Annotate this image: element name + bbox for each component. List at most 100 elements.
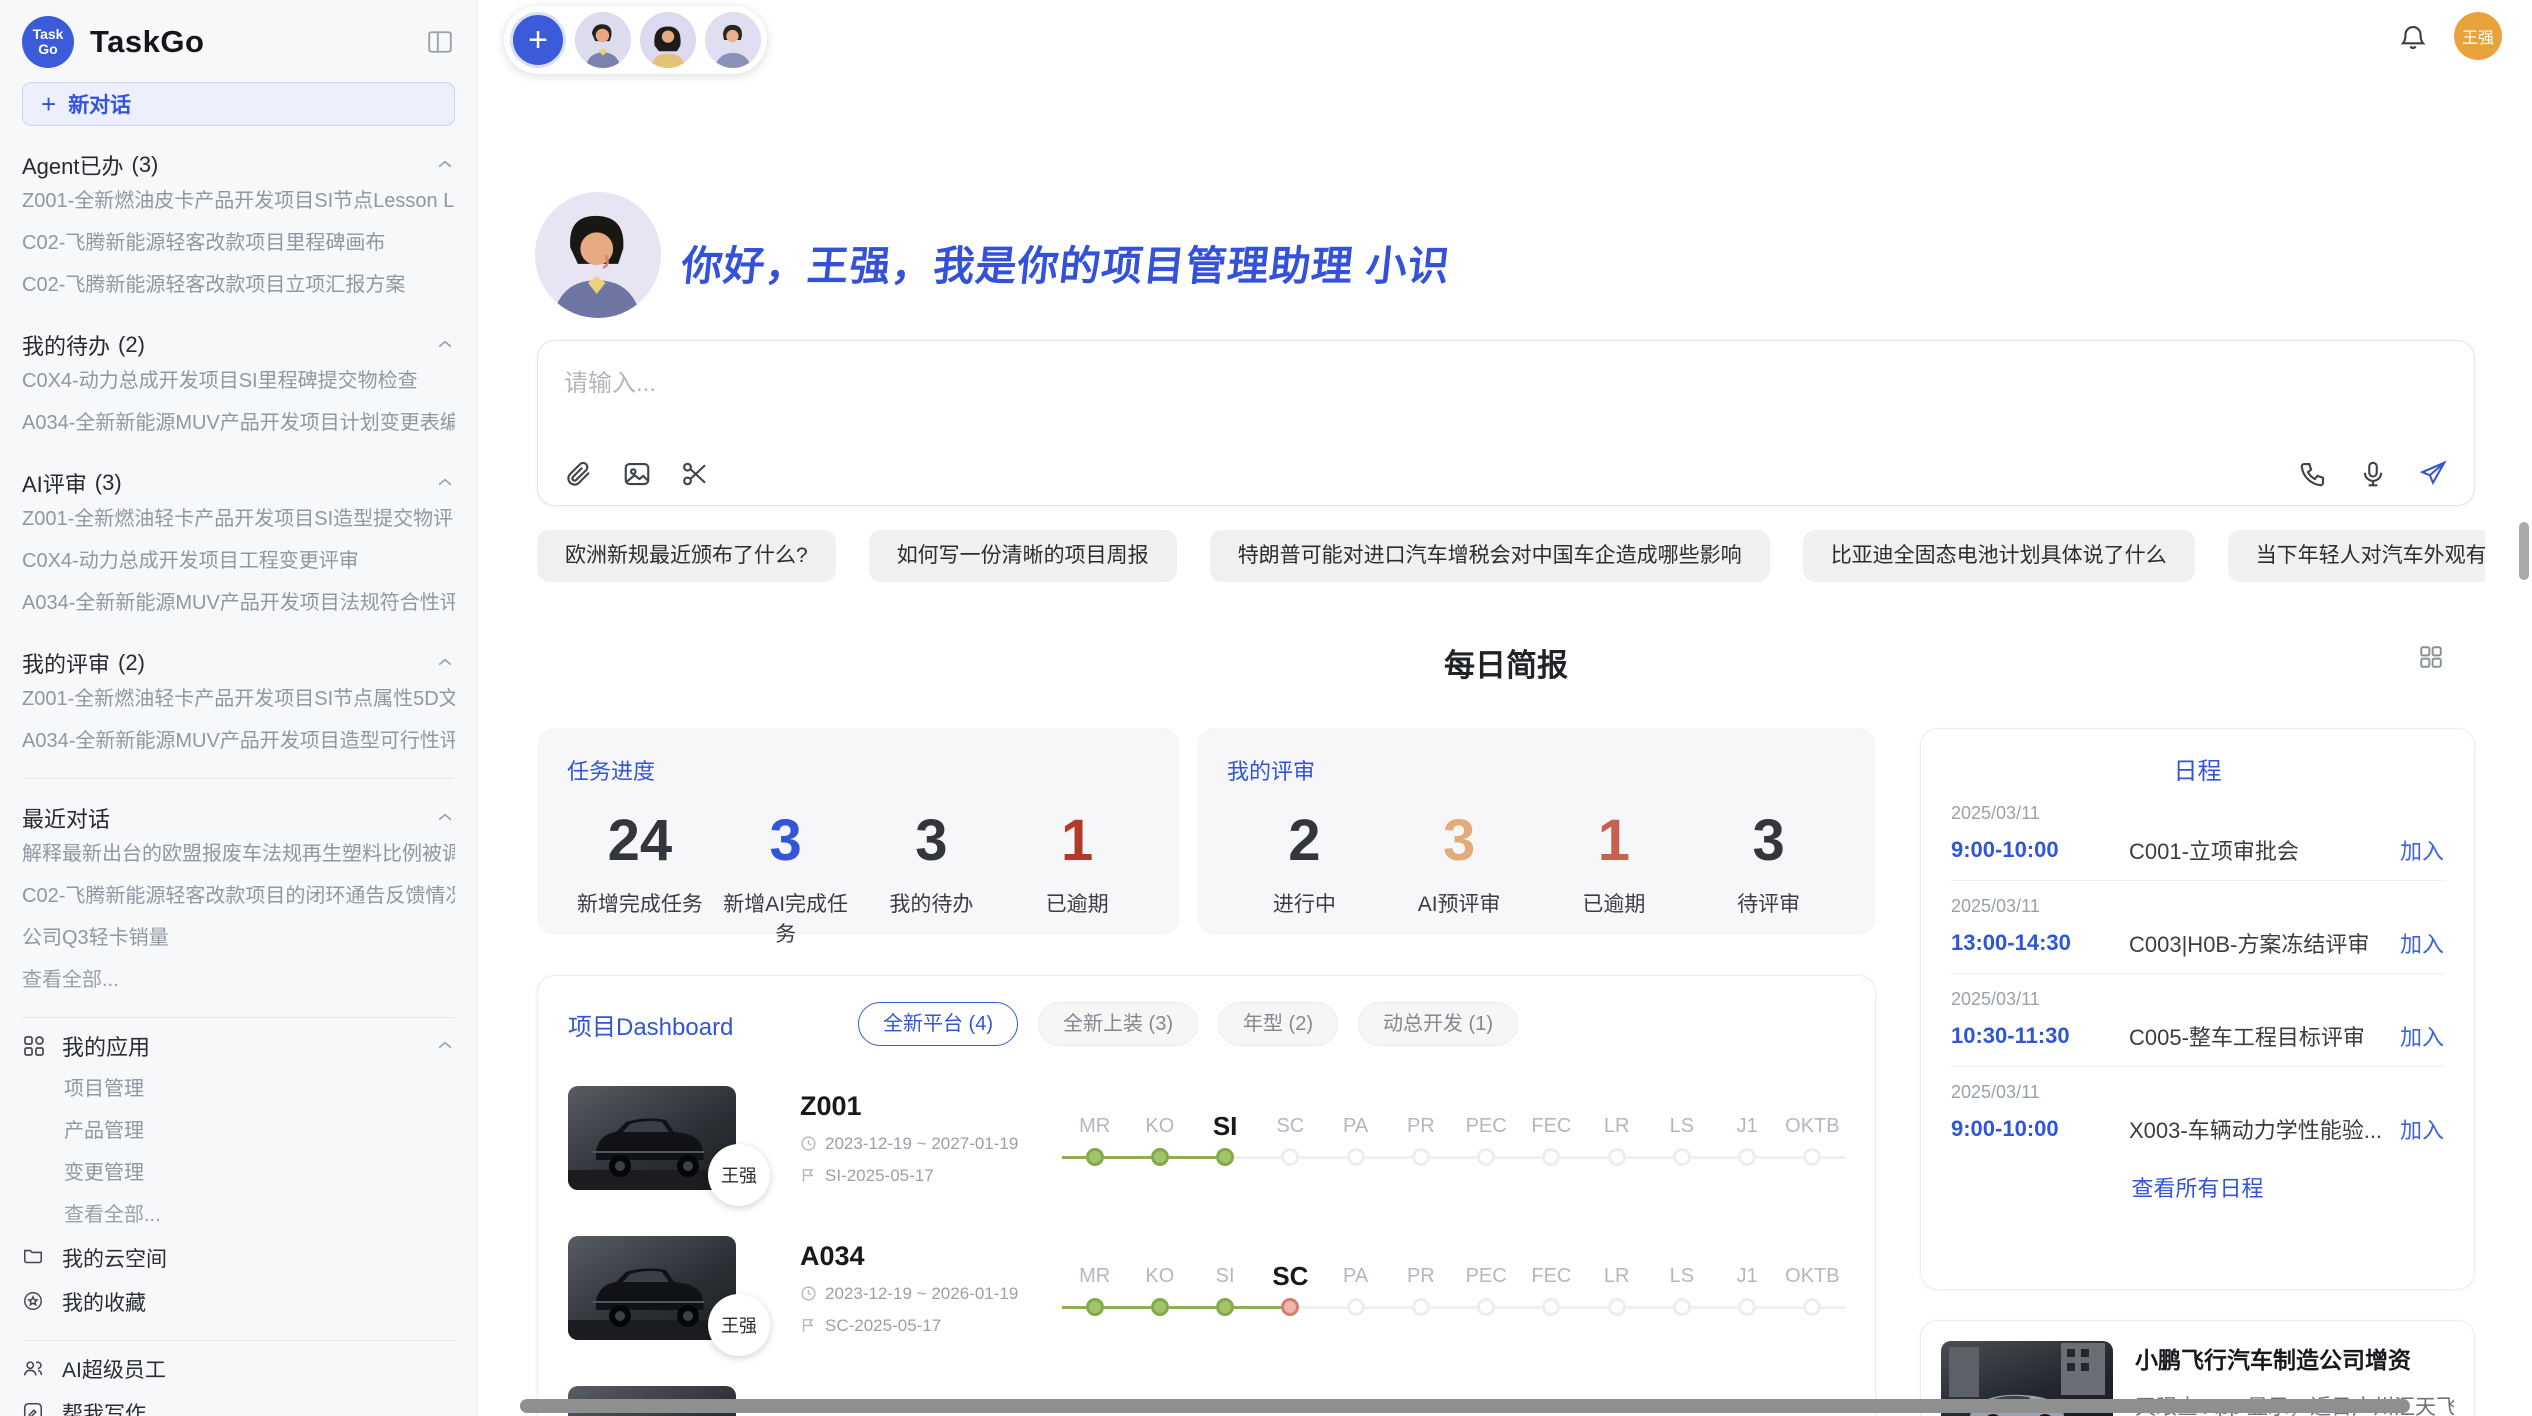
join-button[interactable]: 加入 (2400, 1113, 2444, 1145)
grid-icon[interactable] (2418, 644, 2444, 670)
sidebar-task-item[interactable]: C0X4-动力总成开发项目工程变更评审 (22, 540, 455, 582)
sidebar-task-item[interactable]: C0X4-动力总成开发项目SI里程碑提交物检查 (22, 360, 455, 402)
suggestion-chip[interactable]: 欧洲新规最近颁布了什么? (537, 530, 836, 582)
milestone[interactable]: SC (1258, 1257, 1323, 1319)
milestone[interactable]: PA (1323, 1107, 1388, 1169)
join-button[interactable]: 加入 (2400, 834, 2444, 866)
suggestion-chip[interactable]: 如何写一份清晰的项目周报 (869, 530, 1177, 582)
sidebar-task-item[interactable]: A034-全新新能源MUV产品开发项目法规符合性评审 (22, 582, 455, 624)
milestone-dot[interactable] (1216, 1298, 1234, 1316)
milestone-dot[interactable] (1673, 1298, 1691, 1316)
milestone[interactable]: PA (1323, 1257, 1388, 1319)
horizontal-scrollbar[interactable] (520, 1399, 2410, 1413)
milestone[interactable]: SI (1193, 1257, 1258, 1319)
recent-chat-item[interactable]: C02-飞腾新能源轻客改款项目的闭环通告反馈情况 (22, 875, 455, 917)
recent-chat-item[interactable]: 解释最新出台的欧盟报废车法规再生塑料比例被调至15%... (22, 833, 455, 875)
milestone-dot[interactable] (1803, 1298, 1821, 1316)
recent-view-all[interactable]: 查看全部... (22, 959, 455, 1001)
recent-chat-item[interactable]: 公司Q3轻卡销量 (22, 917, 455, 959)
sidebar-section-header[interactable]: 我的待办(2) (22, 330, 455, 360)
milestone-dot[interactable] (1151, 1148, 1169, 1166)
add-session-button[interactable]: + (510, 12, 566, 68)
recent-chats-header[interactable]: 最近对话 (22, 803, 455, 833)
dashboard-tab[interactable]: 全新平台 (4) (858, 1002, 1018, 1046)
milestone[interactable]: LS (1649, 1107, 1714, 1169)
milestone-dot[interactable] (1608, 1148, 1626, 1166)
sidebar-item-favorites[interactable]: 我的收藏 (22, 1280, 455, 1324)
milestone[interactable]: MR (1062, 1107, 1127, 1169)
milestone-dot[interactable] (1608, 1298, 1626, 1316)
app-item[interactable]: 项目管理 (22, 1068, 455, 1110)
sidebar-item-my-apps[interactable]: 我的应用 (22, 1024, 455, 1068)
suggestion-chip[interactable]: 特朗普可能对进口汽车增税会对中国车企造成哪些影响 (1210, 530, 1770, 582)
project-owner-badge[interactable]: 王强 (708, 1294, 770, 1356)
milestone[interactable]: LS (1649, 1257, 1714, 1319)
milestone-dot[interactable] (1542, 1148, 1560, 1166)
milestone[interactable]: OKTB (1780, 1257, 1845, 1319)
vertical-scrollbar[interactable] (2519, 522, 2529, 580)
milestone-dot[interactable] (1803, 1148, 1821, 1166)
milestone[interactable]: SI (1193, 1107, 1258, 1169)
milestone[interactable]: J1 (1715, 1257, 1780, 1319)
milestone[interactable]: PR (1388, 1257, 1453, 1319)
sidebar-section-header[interactable]: 我的评审(2) (22, 648, 455, 678)
sidebar-section-header[interactable]: Agent已办(3) (22, 150, 455, 180)
sidebar-task-item[interactable]: A034-全新新能源MUV产品开发项目计划变更表编写 (22, 402, 455, 444)
avatar[interactable] (575, 12, 631, 68)
milestone-dot[interactable] (1477, 1298, 1495, 1316)
milestone-dot[interactable] (1412, 1298, 1430, 1316)
notifications-bell-icon[interactable] (2398, 22, 2428, 52)
sidebar-task-item[interactable]: Z001-全新燃油轻卡产品开发项目SI造型提交物评审 (22, 498, 455, 540)
milestone[interactable]: FEC (1519, 1107, 1584, 1169)
milestone[interactable]: J1 (1715, 1107, 1780, 1169)
milestone[interactable]: PR (1388, 1107, 1453, 1169)
collapse-sidebar-icon[interactable] (425, 29, 455, 55)
milestone-dot[interactable] (1477, 1148, 1495, 1166)
join-button[interactable]: 加入 (2400, 1020, 2444, 1052)
dashboard-tab[interactable]: 年型 (2) (1218, 1002, 1338, 1046)
milestone-dot[interactable] (1281, 1148, 1299, 1166)
join-button[interactable]: 加入 (2400, 927, 2444, 959)
milestone-dot[interactable] (1151, 1298, 1169, 1316)
milestone-dot[interactable] (1738, 1148, 1756, 1166)
milestone-dot[interactable] (1347, 1148, 1365, 1166)
suggestion-chip[interactable]: 当下年轻人对汽车外观有怎样的喜好趋势 (2228, 530, 2485, 582)
sidebar-section-header[interactable]: AI评审(3) (22, 468, 455, 498)
message-input[interactable] (564, 363, 1764, 433)
app-item[interactable]: 产品管理 (22, 1110, 455, 1152)
milestone-dot[interactable] (1673, 1148, 1691, 1166)
apps-view-all[interactable]: 查看全部... (22, 1194, 455, 1236)
avatar[interactable] (640, 12, 696, 68)
milestone[interactable]: LR (1584, 1107, 1649, 1169)
sidebar-item-ai-super-staff[interactable]: AI超级员工 (22, 1347, 455, 1391)
phone-icon[interactable] (2298, 459, 2328, 489)
milestone[interactable]: FEC (1519, 1257, 1584, 1319)
milestone[interactable]: KO (1127, 1107, 1192, 1169)
scissors-icon[interactable] (680, 459, 710, 489)
app-item[interactable]: 变更管理 (22, 1152, 455, 1194)
milestone-dot[interactable] (1412, 1148, 1430, 1166)
milestone[interactable]: LR (1584, 1257, 1649, 1319)
new-chat-button[interactable]: + 新对话 (22, 82, 455, 126)
mic-icon[interactable] (2358, 459, 2388, 489)
suggestion-chip[interactable]: 比亚迪全固态电池计划具体说了什么 (1803, 530, 2195, 582)
milestone-dot[interactable] (1086, 1298, 1104, 1316)
sidebar-task-item[interactable]: A034-全新新能源MUV产品开发项目造型可行性评审 (22, 720, 455, 762)
project-owner-badge[interactable]: 王强 (708, 1144, 770, 1206)
sidebar-task-item[interactable]: Z001-全新燃油轻卡产品开发项目SI节点属性5D文件评审 (22, 678, 455, 720)
milestone[interactable]: PEC (1454, 1257, 1519, 1319)
milestone[interactable]: PEC (1454, 1107, 1519, 1169)
image-icon[interactable] (622, 459, 652, 489)
milestone[interactable]: KO (1127, 1257, 1192, 1319)
sidebar-task-item[interactable]: C02-飞腾新能源轻客改款项目立项汇报方案 (22, 264, 455, 306)
milestone[interactable]: SC (1258, 1107, 1323, 1169)
attachment-icon[interactable] (564, 459, 594, 489)
milestone-dot[interactable] (1216, 1148, 1234, 1166)
sidebar-task-item[interactable]: Z001-全新燃油皮卡产品开发项目SI节点Lesson Learn报告 (22, 180, 455, 222)
milestone-dot[interactable] (1281, 1298, 1299, 1316)
milestone-dot[interactable] (1738, 1298, 1756, 1316)
milestone-dot[interactable] (1542, 1298, 1560, 1316)
milestone[interactable]: OKTB (1780, 1107, 1845, 1169)
milestone[interactable]: MR (1062, 1257, 1127, 1319)
schedule-view-all[interactable]: 查看所有日程 (1921, 1171, 2474, 1203)
